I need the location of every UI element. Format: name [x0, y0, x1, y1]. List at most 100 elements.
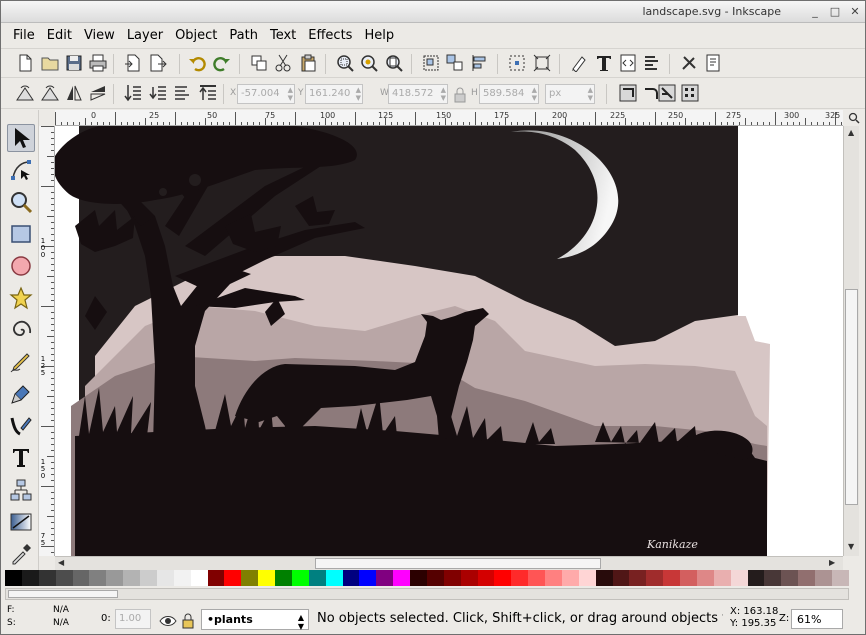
fill-stroke-icon[interactable] — [569, 53, 589, 73]
undo-icon[interactable] — [187, 53, 207, 73]
stroke-value[interactable]: N/A — [53, 618, 69, 628]
connector-tool-icon[interactable] — [7, 476, 35, 504]
color-swatch[interactable] — [410, 570, 427, 586]
color-swatch[interactable] — [612, 570, 630, 586]
export-icon[interactable] — [148, 53, 168, 73]
scroll-right-icon[interactable]: ▶ — [829, 558, 835, 567]
color-swatch[interactable] — [646, 570, 664, 586]
menu-effects[interactable]: Effects — [302, 28, 358, 43]
zoom-page-icon[interactable] — [384, 53, 404, 73]
palette-scrollbar[interactable] — [5, 588, 849, 600]
new-document-icon[interactable] — [15, 53, 35, 73]
group-icon[interactable] — [421, 53, 441, 73]
color-swatch[interactable] — [21, 570, 39, 586]
flip-vertical-icon[interactable] — [88, 83, 108, 103]
color-swatch[interactable] — [595, 570, 613, 586]
color-swatch[interactable] — [680, 570, 697, 586]
cut-icon[interactable] — [273, 53, 293, 73]
color-swatch[interactable] — [831, 570, 849, 586]
x-field[interactable]: -57.004 ▲ ▼ — [237, 84, 295, 104]
pen-tool-icon[interactable] — [7, 380, 35, 408]
menu-view[interactable]: View — [78, 28, 121, 43]
zoom-tool-icon[interactable] — [7, 188, 35, 216]
color-swatch[interactable] — [140, 570, 157, 586]
selector-tool-icon[interactable] — [7, 124, 35, 152]
redo-icon[interactable] — [212, 53, 232, 73]
color-swatch[interactable] — [376, 570, 394, 586]
close-button[interactable]: ✕ — [847, 4, 863, 20]
color-swatch[interactable] — [89, 570, 107, 586]
scroll-down-icon[interactable]: ▼ — [848, 542, 854, 551]
scroll-up-icon[interactable]: ▲ — [848, 128, 854, 137]
color-swatch[interactable] — [5, 570, 22, 586]
color-swatch[interactable] — [123, 570, 140, 586]
color-swatch[interactable] — [342, 570, 360, 586]
vertical-scroll-thumb[interactable] — [845, 289, 858, 505]
drawing-canvas[interactable]: Kanikaze — [55, 126, 843, 556]
rectangle-tool-icon[interactable] — [7, 220, 35, 248]
lower-bottom-icon[interactable] — [123, 83, 143, 103]
ellipse-tool-icon[interactable] — [7, 252, 35, 280]
color-swatch[interactable] — [224, 570, 242, 586]
color-swatch[interactable] — [207, 570, 225, 586]
text-tool-icon[interactable] — [7, 444, 35, 472]
layer-select[interactable]: •plants ▲ ▼ — [201, 609, 309, 631]
color-swatch[interactable] — [393, 570, 410, 586]
color-swatch[interactable] — [106, 570, 124, 586]
menu-help[interactable]: Help — [358, 28, 400, 43]
color-swatch[interactable] — [156, 570, 174, 586]
fill-value[interactable]: N/A — [53, 605, 69, 615]
color-swatch[interactable] — [190, 570, 208, 586]
rotate-ccw-icon[interactable] — [15, 83, 35, 103]
color-swatch[interactable] — [308, 570, 326, 586]
color-swatch[interactable] — [578, 570, 596, 586]
zoom-selection-icon[interactable] — [335, 53, 355, 73]
color-swatch[interactable] — [173, 570, 191, 586]
lower-icon[interactable] — [148, 83, 168, 103]
color-swatch[interactable] — [798, 570, 815, 586]
width-field[interactable]: 418.572 ▲ ▼ — [388, 84, 448, 104]
save-icon[interactable] — [64, 53, 84, 73]
lock-layer-icon[interactable] — [178, 611, 198, 631]
menu-edit[interactable]: Edit — [41, 28, 78, 43]
scale-stroke-icon[interactable] — [618, 83, 638, 103]
xml-editor-icon[interactable] — [618, 53, 638, 73]
minimize-button[interactable]: _ — [807, 4, 823, 20]
gradient-tool-icon[interactable] — [7, 508, 35, 536]
color-swatch[interactable] — [359, 570, 377, 586]
color-swatch[interactable] — [241, 570, 259, 586]
unit-select[interactable]: px ▲ ▼ — [545, 84, 595, 104]
spiral-tool-icon[interactable] — [7, 316, 35, 344]
color-swatch[interactable] — [426, 570, 444, 586]
color-swatch[interactable] — [815, 570, 832, 586]
y-field[interactable]: 161.240 ▲ ▼ — [305, 84, 363, 104]
document-properties-icon[interactable] — [703, 53, 723, 73]
color-swatch[interactable] — [528, 570, 545, 586]
color-swatch[interactable] — [730, 570, 748, 586]
zoom-corner-icon[interactable] — [843, 110, 865, 126]
zoom-field[interactable]: 61% — [791, 609, 843, 629]
star-tool-icon[interactable] — [7, 284, 35, 312]
calligraphy-tool-icon[interactable] — [7, 412, 35, 440]
color-swatch[interactable] — [663, 570, 680, 586]
node-tool-icon[interactable] — [7, 156, 35, 184]
color-swatch[interactable] — [713, 570, 731, 586]
menu-layer[interactable]: Layer — [121, 28, 169, 43]
transform-gradients-icon[interactable] — [657, 83, 677, 103]
paste-icon[interactable] — [298, 53, 318, 73]
preferences-icon[interactable] — [679, 53, 699, 73]
eye-visibility-icon[interactable] — [158, 611, 178, 631]
maximize-button[interactable]: □ — [827, 4, 843, 20]
color-swatch[interactable] — [764, 570, 782, 586]
color-swatch[interactable] — [38, 570, 56, 586]
raise-top-icon[interactable] — [198, 83, 218, 103]
ungroup-icon[interactable] — [445, 53, 465, 73]
color-swatch[interactable] — [55, 570, 73, 586]
transform-icon[interactable] — [532, 53, 552, 73]
height-field[interactable]: 589.584 ▲ ▼ — [479, 84, 539, 104]
color-swatch[interactable] — [477, 570, 495, 586]
menu-object[interactable]: Object — [169, 28, 223, 43]
color-swatch[interactable] — [460, 570, 478, 586]
menu-text[interactable]: Text — [264, 28, 302, 43]
color-swatch[interactable] — [325, 570, 343, 586]
